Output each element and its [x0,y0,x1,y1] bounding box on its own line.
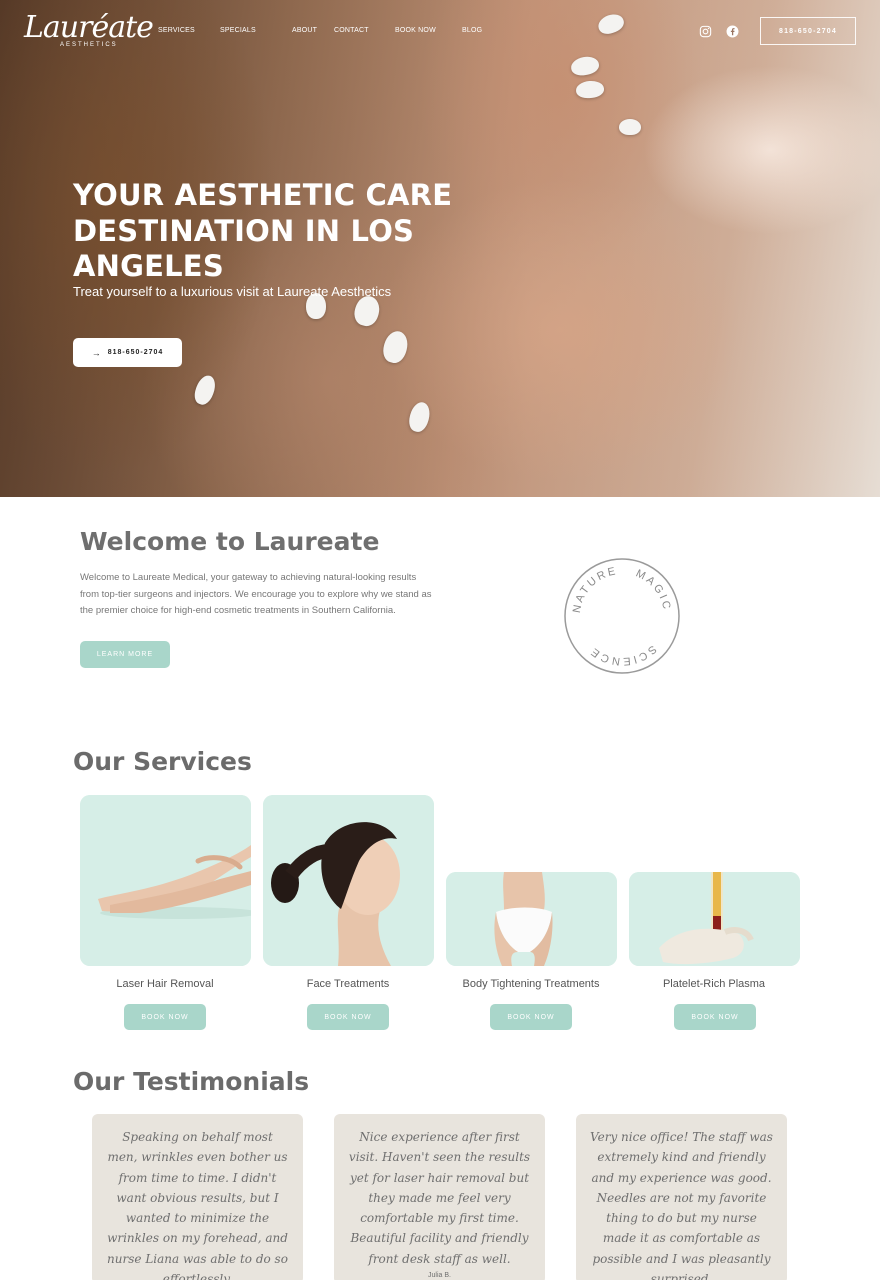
nav-about[interactable]: ABOUT [292,27,334,34]
facebook-icon[interactable] [726,25,739,38]
nav-contact[interactable]: CONTACT [334,27,395,34]
svg-text:SCIENCE: SCIENCE [587,643,658,668]
testimonial-text: Speaking on behalf most men, wrinkles ev… [107,1130,288,1280]
hero-subtitle: Treat yourself to a luxurious visit at L… [73,284,392,299]
testimonial-card: Nice experience after first visit. Haven… [334,1114,545,1280]
nature-magic-science-badge: NATURE MAGIC SCIENCE [564,558,680,674]
hero-call-button[interactable]: → 818-650-2704 [73,338,182,367]
book-now-face-button[interactable]: BOOK NOW [307,1004,389,1030]
welcome-title: Welcome to Laureate [80,527,380,556]
testimonials-title: Our Testimonials [73,1067,310,1096]
logo-script: Lauréate [24,10,154,45]
arrow-right-icon: → [91,347,102,358]
book-now-laser-button[interactable]: BOOK NOW [124,1004,206,1030]
legs-image [80,795,251,966]
testimonial-text: Very nice office! The staff was extremel… [590,1130,773,1280]
body-image [446,872,617,966]
badge-word-nature: NATURE [571,565,616,614]
service-card-face[interactable] [263,795,434,966]
learn-more-button[interactable]: LEARN MORE [80,641,170,668]
prp-tube-image [629,872,800,966]
hero-photo-detail [619,119,641,135]
svg-text:NATURE: NATURE [571,565,619,614]
hero-section: Lauréate AESTHETICS SERVICES SPECIALS AB… [0,0,880,497]
badge-word-science: SCIENCE [587,643,656,668]
testimonial-text: Nice experience after first visit. Haven… [348,1130,531,1266]
service-label-prp: Platelet-Rich Plasma [662,978,766,990]
face-image [263,795,434,966]
logo[interactable]: Lauréate AESTHETICS [24,10,154,49]
testimonial-author: Julia B. [428,1272,451,1280]
services-title: Our Services [73,747,252,776]
service-card-body[interactable] [446,872,617,966]
service-label-laser: Laser Hair Removal [116,978,214,990]
nav-specials[interactable]: SPECIALS [220,27,292,34]
testimonial-card: Speaking on behalf most men, wrinkles ev… [92,1114,303,1280]
service-card-laser[interactable] [80,795,251,966]
hero-call-label: 818-650-2704 [107,349,164,356]
nav-services[interactable]: SERVICES [158,27,220,34]
instagram-icon[interactable] [699,25,712,38]
badge-word-magic: MAGIC [634,568,671,613]
main-nav: SERVICES SPECIALS ABOUT CONTACT BOOK NOW… [158,27,492,34]
service-label-face: Face Treatments [306,978,390,990]
testimonial-card: Very nice office! The staff was extremel… [576,1114,787,1280]
hero-title: YOUR AESTHETIC CARE DESTINATION IN LOS A… [73,178,453,283]
book-now-prp-button[interactable]: BOOK NOW [674,1004,756,1030]
header-phone-button[interactable]: 818-650-2704 [760,17,856,45]
service-label-body: Body Tightening Treatments [462,978,600,990]
svg-text:MAGIC: MAGIC [634,568,673,613]
nav-book-now[interactable]: BOOK NOW [395,27,462,34]
welcome-text: Welcome to Laureate Medical, your gatewa… [80,572,432,616]
nav-blog[interactable]: BLOG [462,27,492,34]
service-card-prp[interactable] [629,872,800,966]
book-now-body-button[interactable]: BOOK NOW [490,1004,572,1030]
